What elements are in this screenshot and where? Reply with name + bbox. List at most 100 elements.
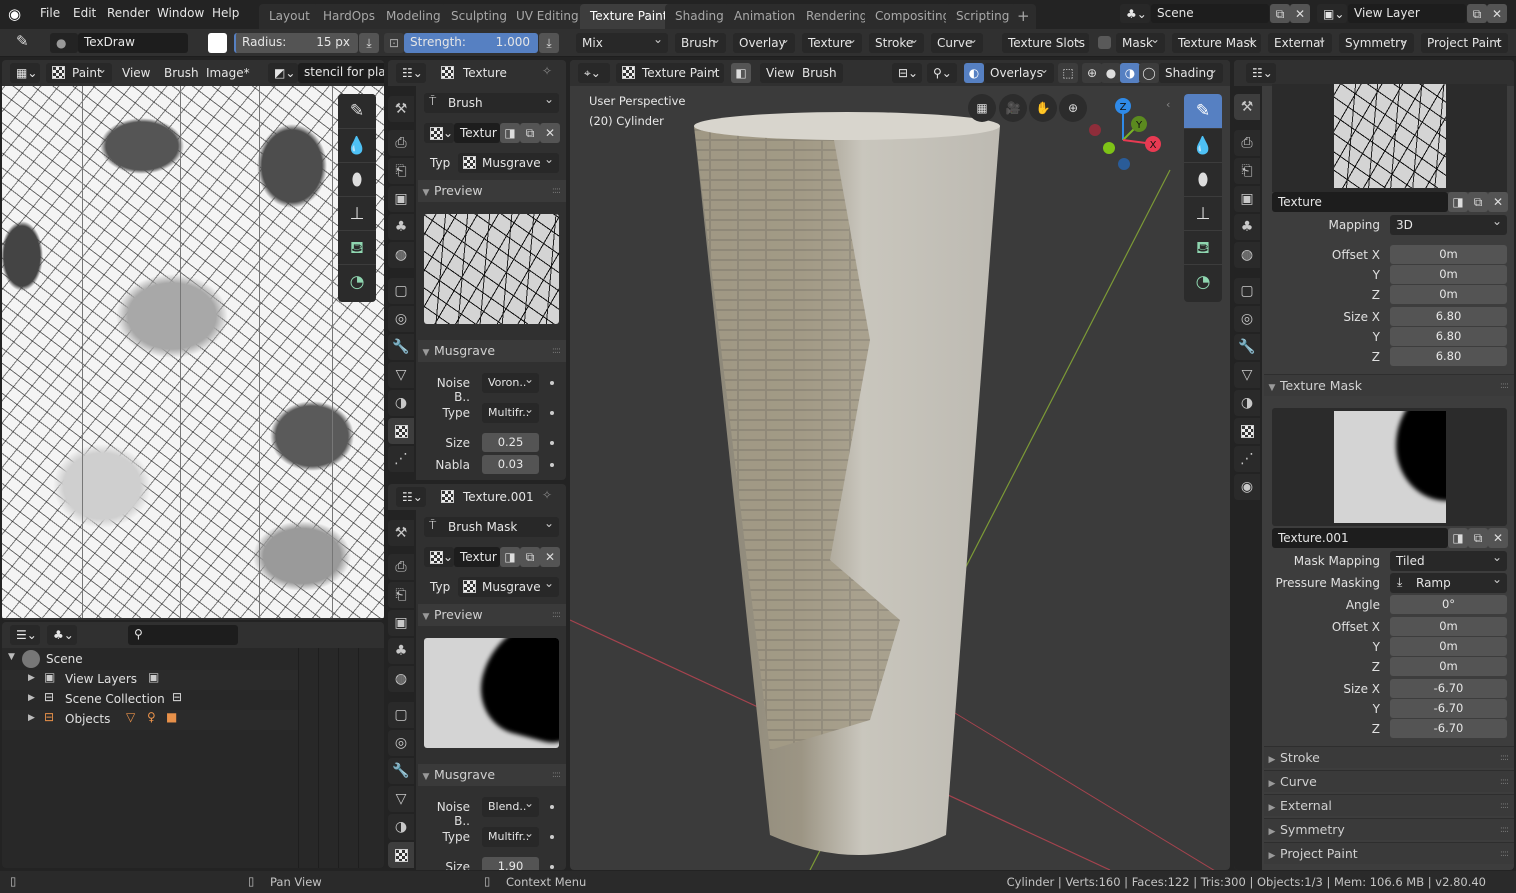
image-name-field[interactable]: stencil for plaste (298, 63, 384, 83)
menu-file[interactable]: File (40, 6, 60, 20)
keyframe-dot[interactable] (550, 835, 554, 839)
new-texture-icon[interactable]: ◨ (500, 547, 520, 567)
mask-texture-preview[interactable] (1334, 411, 1446, 523)
output-tab-icon[interactable]: ⎗ (388, 158, 414, 184)
pin-icon[interactable]: ✧ (542, 488, 552, 502)
size-x-field[interactable]: 6.80 (1390, 307, 1507, 326)
lock-icon[interactable]: ⊡ (384, 33, 404, 53)
rendered-shading-icon[interactable]: ◯ (1139, 63, 1159, 83)
image-canvas[interactable] (2, 86, 384, 618)
menu-brush[interactable]: Brush (164, 66, 199, 80)
new-texture-icon[interactable]: ◨ (1448, 528, 1468, 548)
mask-size-z-field[interactable]: -6.70 (1390, 719, 1507, 738)
scene-tab-icon[interactable]: ♣ (388, 214, 414, 240)
texture-tab-icon[interactable] (388, 842, 414, 868)
brush-name-field[interactable]: TexDraw (78, 33, 188, 53)
symmetry-panel-header[interactable]: ▶ Symmetry:::: (1264, 818, 1514, 840)
mask-offset-y-field[interactable]: 0m (1390, 637, 1507, 656)
mask-popover[interactable]: Mask (1116, 32, 1165, 53)
world-tab-icon[interactable]: ◍ (388, 242, 414, 268)
strength-slider[interactable]: Strength: 1.000 (404, 33, 538, 53)
expand-right-icon[interactable]: ▶ (28, 673, 35, 683)
keyframe-dot[interactable] (550, 805, 554, 809)
blender-logo-icon[interactable]: ◉ (8, 5, 26, 23)
mask-tool-icon[interactable]: ◔ (1184, 264, 1222, 298)
view-layer-tab-icon[interactable]: ▣ (388, 610, 414, 636)
grid-view-icon[interactable]: ▦ (968, 94, 996, 122)
mapping-dropdown[interactable]: 3D (1390, 214, 1507, 235)
brush-texture-preview[interactable] (1334, 84, 1446, 188)
data-tab-icon[interactable]: ▽ (1234, 362, 1260, 388)
outliner-type-button[interactable]: ☰⌄ (10, 625, 40, 645)
outliner-row-scene[interactable]: ▼ Scene (2, 650, 298, 670)
musgrave-panel-header[interactable]: ▼ Musgrave:::: (418, 764, 566, 786)
brush-browse-button[interactable]: ● (50, 33, 78, 53)
offset-y-field[interactable]: 0m (1390, 265, 1507, 284)
overlay-popover[interactable]: Overlay (733, 32, 795, 53)
menu-edit[interactable]: Edit (73, 6, 96, 20)
tab-animation[interactable]: Animation (724, 4, 806, 29)
texture-context-dropdown[interactable]: ⍑ Brush Mask (424, 516, 559, 537)
material-tab-icon[interactable]: ◑ (1234, 390, 1260, 416)
tab-texture-paint[interactable]: Texture Paint (580, 4, 678, 29)
add-workspace-button[interactable]: + (1011, 4, 1036, 29)
tool-tab-icon[interactable]: ⚒ (388, 96, 414, 122)
texture-context-dropdown[interactable]: ⍑ Brush (424, 92, 559, 113)
symmetry-popover[interactable]: Symmetry (1339, 32, 1414, 53)
wireframe-shading-icon[interactable]: ⊕ (1082, 63, 1102, 83)
soften-tool-icon[interactable]: 💧 (338, 128, 376, 162)
brush-popover[interactable]: Brush (675, 32, 726, 53)
outliner-row-objects[interactable]: ▶ ⊟ Objects ▽ ♀ ■ (2, 710, 298, 730)
sidebar-toggle-icon[interactable]: ‹ (1166, 98, 1170, 111)
offset-z-field[interactable]: 0m (1390, 285, 1507, 304)
draw-tool-icon[interactable]: ✎ (1184, 94, 1222, 128)
tab-uv-editing[interactable]: UV Editing (506, 4, 589, 29)
size-z-field[interactable]: 6.80 (1390, 347, 1507, 366)
object-tab-icon[interactable]: ▢ (388, 702, 414, 728)
strength-pressure-icon[interactable]: ⤓ (539, 33, 559, 53)
data-tab-icon[interactable]: ▽ (388, 362, 414, 388)
expand-down-icon[interactable]: ▼ (8, 652, 15, 662)
mask-size-x-field[interactable]: -6.70 (1390, 679, 1507, 698)
copy-texture-icon[interactable]: ⧉ (520, 123, 540, 143)
physics-tab-icon[interactable]: ◎ (388, 730, 414, 756)
physics-tab-icon[interactable]: ◎ (1234, 306, 1260, 332)
texture-mask-popover[interactable]: Texture Mask (1172, 32, 1261, 53)
overlays-toggle-icon[interactable]: ◐ (964, 63, 984, 83)
brush-color-swatch[interactable] (208, 33, 227, 53)
radius-pressure-icon[interactable]: ⤓ (359, 33, 379, 53)
object-tab-icon[interactable]: ▢ (1234, 278, 1260, 304)
collection-visibility-button[interactable]: ⊟⌄ (892, 63, 922, 83)
navigation-gizmo[interactable]: Z Y X (1085, 94, 1165, 174)
expand-right-icon[interactable]: ▶ (28, 713, 35, 723)
noise-basis-dropdown[interactable]: Voron.. (482, 372, 539, 393)
stroke-panel-header[interactable]: ▶ Stroke:::: (1264, 746, 1514, 768)
clone-tool-icon[interactable]: ⊥ (338, 196, 376, 230)
display-mode-button[interactable]: ♣⌄ (47, 625, 77, 645)
render-tab-icon[interactable]: ⎙ (1234, 130, 1260, 156)
view-layer-name-field[interactable]: View Layer (1348, 4, 1466, 23)
blend-mode-dropdown[interactable]: Mix (576, 32, 668, 53)
size-field[interactable]: 0.25 (482, 433, 539, 452)
menu-render[interactable]: Render (107, 6, 150, 20)
size-y-field[interactable]: 6.80 (1390, 327, 1507, 346)
mask-offset-x-field[interactable]: 0m (1390, 617, 1507, 636)
texture-browse-button[interactable]: ⌄ (424, 123, 454, 143)
pressure-masking-dropdown[interactable]: ⤓ Ramp (1390, 572, 1507, 593)
view-layer-close-icon[interactable]: ✕ (1487, 4, 1507, 23)
copy-texture-icon[interactable]: ⧉ (520, 547, 540, 567)
texture-name-field[interactable]: Textur (454, 123, 500, 143)
image-browse-button[interactable]: ◩⌄ (268, 63, 298, 83)
render-tab-icon[interactable]: ⎙ (388, 130, 414, 156)
texture-tab-icon[interactable] (388, 418, 414, 444)
pin-icon[interactable]: ✧ (542, 64, 552, 78)
modifier-tab-icon[interactable]: 🔧 (388, 758, 414, 784)
view-layer-tab-icon[interactable]: ▣ (388, 186, 414, 212)
curve-panel-header[interactable]: ▶ Curve:::: (1264, 770, 1514, 792)
world-tab-icon[interactable]: ◍ (1234, 242, 1260, 268)
preview-panel-header[interactable]: ▼ Preview:::: (418, 180, 566, 202)
overlays-dropdown[interactable]: Overlays (984, 62, 1054, 83)
texture-type-dropdown[interactable]: Musgrave (458, 152, 559, 173)
constraints-tab-icon[interactable]: ◉ (1234, 474, 1260, 500)
scene-name-field[interactable]: Scene (1151, 4, 1269, 23)
